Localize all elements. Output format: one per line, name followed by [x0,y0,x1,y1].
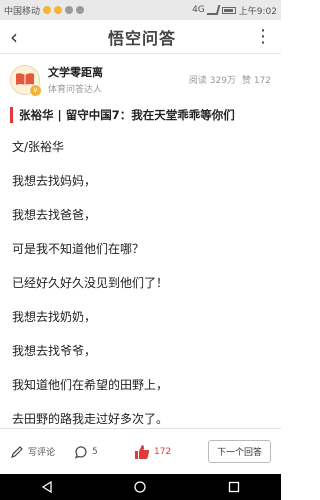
paragraph: 可是我不知道他们在哪？ [12,242,145,256]
notification-icon [54,6,63,14]
signal-icon [206,5,221,15]
paragraph: 我想去找爸爸， [12,208,97,222]
author-name[interactable]: 文学零距离 [48,64,181,80]
carrier-label: 中国移动 [4,6,41,17]
android-nav-bar [0,474,281,500]
author-tag: 体育问答达人 [48,85,103,95]
thumbs-up-icon [135,444,150,459]
top-bar: ‹ 悟空问答 ⋮ [0,20,281,54]
author-stats: 阅读 329万 赞 172 [189,73,271,86]
recents-square-icon[interactable] [227,480,241,494]
battery-icon [221,6,236,14]
comment-count: 5 [92,446,98,457]
write-comment-label: 写评论 [28,448,56,458]
paragraph: 我想去找奶奶， [12,310,97,324]
pencil-icon [11,445,23,458]
time-label: 上午9:02 [238,6,277,17]
paragraph: 已经好久好久没见到他们了！ [12,276,169,290]
network-label: 4G [192,5,205,15]
like-count: 172 [154,446,172,457]
app-icon [76,6,85,14]
paragraph: 去田野的路我走过好多次了。 [12,412,169,426]
book-icon [16,72,34,85]
back-triangle-icon[interactable] [40,480,54,494]
notification-icon [43,6,52,14]
paragraph: 我想去找妈妈， [12,174,97,188]
next-answer-button[interactable]: 下一个回答 [207,440,271,463]
app-logo: 悟空问答 [107,28,176,48]
comment-bubble-icon [74,445,87,458]
home-circle-icon[interactable] [133,480,147,494]
write-comment-button[interactable]: 写评论 [10,445,74,459]
verified-badge-icon: v [29,83,42,97]
status-left: 中国移动 [4,4,85,17]
paragraph: 文/张裕华 [12,140,65,154]
avatar[interactable]: v [10,64,42,97]
status-bar: 中国移动 4G 上午9:02 [0,0,281,20]
question-title[interactable]: 张裕华 | 留守中国7：我在天堂乖乖等你们 [10,107,271,123]
answer-content: 文/张裕华 我想去找妈妈， 我想去找爸爸， 可是我不知道他们在哪？ 已经好久好久… [0,123,281,428]
comments-button[interactable]: 5 [74,445,134,459]
like-button[interactable]: 172 [134,444,198,460]
paragraph: 我知道他们在希望的田野上， [12,378,169,392]
image-icon [65,6,74,14]
more-dots-icon[interactable]: ⋮ [254,26,272,47]
chevron-left-icon[interactable]: ‹ [10,25,30,49]
author-info: 文学零距离 体育问答达人 [48,64,181,95]
read-count: 阅读 329万 [188,76,236,86]
bottom-action-bar: 写评论 5 172 下一个回答 [0,428,281,474]
status-right: 4G 上午9:02 [192,4,277,17]
author-row[interactable]: v 文学零距离 体育问答达人 阅读 329万 赞 172 [0,54,281,101]
paragraph: 我想去找爷爷， [12,344,97,358]
like-count: 赞 172 [241,76,271,86]
